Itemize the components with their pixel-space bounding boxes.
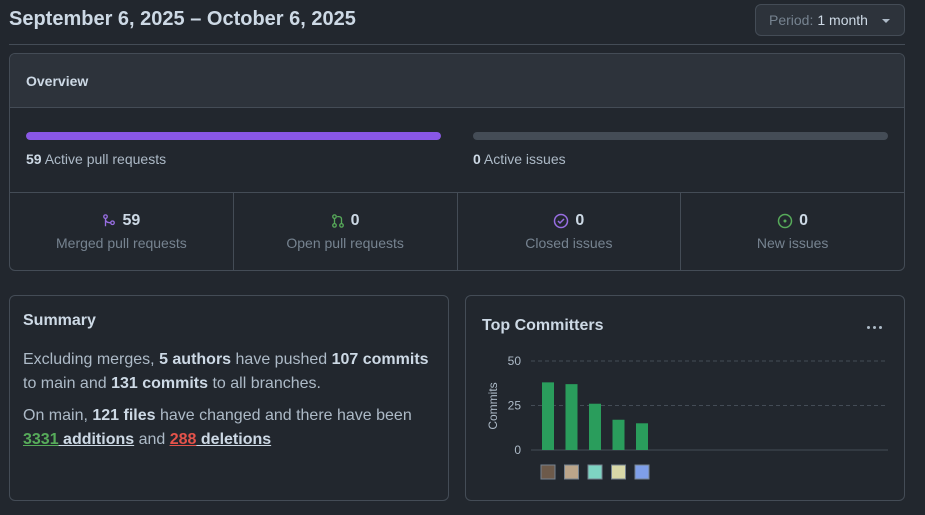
bar xyxy=(542,382,554,450)
stat-label: Closed issues xyxy=(525,235,613,251)
overview-title: Overview xyxy=(10,54,904,108)
avatar[interactable] xyxy=(564,464,579,480)
top-committers-card: Top Committers 0 25 50 Commits xyxy=(465,295,905,501)
stat-closed-issues[interactable]: 0 Closed issues xyxy=(458,193,682,270)
issues-bar xyxy=(473,132,888,140)
summary-title: Summary xyxy=(23,312,96,329)
issue-closed-icon xyxy=(554,213,569,229)
y-tick-label: 0 xyxy=(514,443,521,457)
active-pull-requests-label: Active pull requests xyxy=(44,151,167,167)
files-count: 121 files xyxy=(92,407,156,424)
period-label: Period: xyxy=(769,12,814,28)
stat-value: 59 xyxy=(122,212,141,229)
summary-card: Summary Excluding merges, 5 authors have… xyxy=(9,295,449,501)
stat-label: Open pull requests xyxy=(286,235,404,251)
stat-new-issues[interactable]: 0 New issues xyxy=(681,193,904,270)
avatar[interactable] xyxy=(634,464,650,480)
all-commits-count: 131 commits xyxy=(111,375,208,392)
header-divider xyxy=(9,44,905,45)
merge-icon xyxy=(103,214,116,227)
stat-value: 0 xyxy=(575,212,585,229)
bar xyxy=(565,384,578,450)
y-tick-label: 25 xyxy=(508,399,522,413)
issue-opened-icon xyxy=(777,213,793,229)
stat-open-pull-requests[interactable]: 0 Open pull requests xyxy=(234,193,458,270)
main-commits-count: 107 commits xyxy=(331,351,429,368)
stat-value: 0 xyxy=(350,212,360,229)
additions-link[interactable]: 3331 additions xyxy=(23,431,134,448)
bar xyxy=(636,423,648,450)
active-issues-count: 0 xyxy=(473,151,481,167)
deletions-link[interactable]: 288 deletions xyxy=(170,431,271,448)
stat-label: New issues xyxy=(756,235,829,251)
activity-bars: 59 Active pull requests 0 Active issues xyxy=(10,108,904,193)
committers-chart: 0 25 50 Commits xyxy=(486,354,888,480)
period-dropdown[interactable]: Period: 1 month xyxy=(755,4,905,36)
period-value: 1 month xyxy=(817,12,868,28)
avatar[interactable] xyxy=(540,464,556,480)
summary-commits-text: Excluding merges, 5 authors have pushed … xyxy=(23,351,429,392)
active-pull-requests-count: 59 xyxy=(26,151,42,167)
caret-down-icon xyxy=(882,19,890,23)
bar xyxy=(589,403,601,450)
bar xyxy=(612,419,625,450)
active-issues-label: Active issues xyxy=(483,151,566,167)
stat-label: Merged pull requests xyxy=(56,235,187,251)
avatar[interactable] xyxy=(587,464,603,480)
pull-request-icon xyxy=(331,214,344,228)
pull-requests-bar xyxy=(26,132,441,140)
page-title: September 6, 2025 – October 6, 2025 xyxy=(9,8,356,30)
avatar[interactable] xyxy=(611,464,626,480)
overview-panel: Overview 59 Active pull requests 0 Activ… xyxy=(9,53,905,271)
y-axis-label: Commits xyxy=(486,382,500,429)
active-issues-link[interactable]: 0 Active issues xyxy=(473,151,566,167)
stats-row: 59 Merged pull requests 0 Open pull requ… xyxy=(10,193,904,270)
authors-count: 5 authors xyxy=(159,351,232,368)
y-tick-label: 50 xyxy=(508,354,522,368)
summary-changes-text: On main, 121 files have changed and ther… xyxy=(23,407,412,448)
stat-value: 0 xyxy=(799,212,809,229)
pull-requests-bar-fill xyxy=(26,132,441,140)
stat-merged-pull-requests[interactable]: 59 Merged pull requests xyxy=(10,193,234,270)
active-pull-requests-link[interactable]: 59 Active pull requests xyxy=(26,151,166,167)
